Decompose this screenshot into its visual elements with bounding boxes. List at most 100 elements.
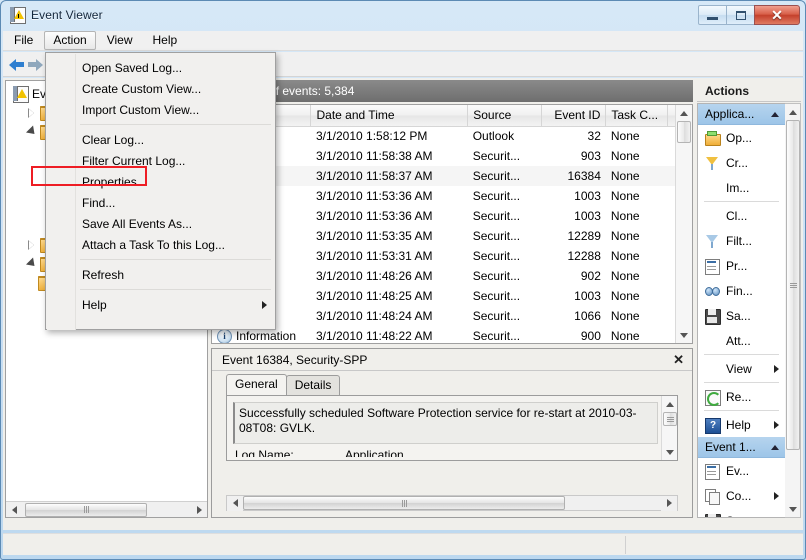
action-create-custom-view[interactable]: Cr... <box>698 150 785 175</box>
menu-filter-current-log[interactable]: Filter Current Log... <box>46 150 275 171</box>
menu-action[interactable]: Action <box>44 31 96 50</box>
menu-find[interactable]: Find... <box>46 192 275 213</box>
tab-general[interactable]: General <box>226 374 287 395</box>
action-find[interactable]: Fin... <box>698 278 785 303</box>
actions-vscroll-up-button[interactable] <box>785 104 801 120</box>
events-vscroll-up-button[interactable] <box>676 105 692 121</box>
close-button[interactable]: ✕ <box>754 5 800 25</box>
menu-help[interactable]: Help <box>46 294 275 315</box>
action-refresh[interactable]: Re... <box>698 384 785 409</box>
details-hscrollbar[interactable] <box>226 495 678 511</box>
tree-hscroll-left-button[interactable] <box>6 502 22 517</box>
table-row[interactable]: tion 3/1/2010 11:53:36 AM Securit... 100… <box>212 206 692 226</box>
action-clear-log[interactable]: Cl... <box>698 203 785 228</box>
menu-file[interactable]: File <box>5 31 42 50</box>
table-row[interactable]: tion 3/1/2010 11:53:36 AM Securit... 100… <box>212 186 692 206</box>
chevron-down-icon-2[interactable] <box>26 258 38 270</box>
cell-source: Securit... <box>472 149 521 163</box>
cell-eventid: 902 <box>580 269 601 283</box>
cell-eventid: 1003 <box>574 289 601 303</box>
table-row[interactable]: tion 3/1/2010 11:53:31 AM Securit... 122… <box>212 246 692 266</box>
actions-vscroll-thumb[interactable] <box>786 120 800 450</box>
actions-vscrollbar[interactable] <box>785 103 801 518</box>
action-save-selected-events[interactable]: Sa... <box>698 508 785 517</box>
action-event-properties[interactable]: Ev... <box>698 458 785 483</box>
table-row[interactable]: tion 3/1/2010 11:53:35 AM Securit... 122… <box>212 226 692 246</box>
action-help[interactable]: ? Help <box>698 412 785 437</box>
menu-refresh[interactable]: Refresh <box>46 264 275 285</box>
actions-group-application[interactable]: Applica... <box>698 104 785 125</box>
chevron-up-icon-2[interactable] <box>771 444 779 450</box>
menu-item-label: Save All Events As... <box>82 216 193 231</box>
menu-properties[interactable]: Properties <box>46 171 275 192</box>
submenu-arrow-icon-2 <box>774 420 779 429</box>
action-label: View <box>726 361 752 376</box>
forward-arrow-icon[interactable] <box>26 57 43 72</box>
table-row[interactable]: tion 3/1/2010 11:58:37 AM Securit... 163… <box>212 166 692 186</box>
action-properties[interactable]: Pr... <box>698 253 785 278</box>
action-filter-current-log[interactable]: Filt... <box>698 228 785 253</box>
close-icon[interactable]: ✕ <box>673 352 684 368</box>
details-vscroll-thumb[interactable] <box>663 412 677 426</box>
menu-divider-1 <box>80 124 271 125</box>
cell-datetime: 3/1/2010 11:48:22 AM <box>315 329 433 343</box>
cell-eventid: 903 <box>580 149 601 163</box>
events-vscroll-thumb[interactable] <box>677 121 691 143</box>
column-header-source[interactable]: Source <box>467 105 543 127</box>
table-row[interactable]: tion 3/1/2010 1:58:12 PM Outlook 32 None <box>212 126 692 146</box>
tree-hscrollbar[interactable] <box>6 501 207 517</box>
action-save-all-events-as[interactable]: Sa... <box>698 303 785 328</box>
details-hscroll-thumb[interactable] <box>243 496 565 510</box>
actions-group-event[interactable]: Event 1... <box>698 437 785 458</box>
events-list[interactable]: Level Date and Time Source Event ID Task… <box>211 104 693 344</box>
cell-source: Securit... <box>472 309 521 323</box>
menu-import-custom-view[interactable]: Import Custom View... <box>46 99 275 120</box>
table-row[interactable]: tion 3/1/2010 11:48:26 AM Securit... 902… <box>212 266 692 286</box>
column-header-eventid[interactable]: Event ID <box>541 105 607 127</box>
title-bar[interactable]: Event Viewer ✕ <box>1 1 805 29</box>
menu-clear-log[interactable]: Clear Log... <box>46 129 275 150</box>
menu-save-all-events-as[interactable]: Save All Events As... <box>46 213 275 234</box>
action-copy[interactable]: Co... <box>698 483 785 508</box>
events-vscroll-down-button[interactable] <box>676 327 692 343</box>
menu-help[interactable]: Help <box>144 31 187 50</box>
action-attach-task[interactable]: Att... <box>698 328 785 353</box>
actions-vscroll-down-button[interactable] <box>785 501 801 517</box>
column-header-task[interactable]: Task C... <box>605 105 669 127</box>
refresh-icon <box>704 389 721 406</box>
tree-hscroll-thumb[interactable] <box>25 502 147 517</box>
action-view[interactable]: View <box>698 356 785 381</box>
chevron-up-icon[interactable] <box>771 111 779 117</box>
table-row[interactable]: tion 3/1/2010 11:48:24 AM Securit... 106… <box>212 306 692 326</box>
table-row[interactable]: tion 3/1/2010 11:48:25 AM Securit... 100… <box>212 286 692 306</box>
information-icon: i <box>217 328 232 343</box>
event-viewer-window: Event Viewer ✕ File Action View Help ? <box>0 0 806 560</box>
cell-source: Securit... <box>472 269 521 283</box>
chevron-right-icon-2[interactable] <box>26 239 38 251</box>
table-row[interactable]: i Information 3/1/2010 11:48:22 AM Secur… <box>212 326 692 343</box>
maximize-button[interactable] <box>726 5 755 25</box>
menu-create-custom-view[interactable]: Create Custom View... <box>46 78 275 99</box>
details-vscrollbar[interactable] <box>661 396 677 460</box>
details-hscroll-left-button[interactable] <box>227 495 243 511</box>
logname-key: Log Name: <box>235 448 294 457</box>
details-hscroll-right-button[interactable] <box>661 495 677 511</box>
tree-hscroll-right-button[interactable] <box>191 502 207 517</box>
menu-attach-task-to-log[interactable]: Attach a Task To this Log... <box>46 234 275 255</box>
action-import-custom-view[interactable]: Im... <box>698 175 785 200</box>
menu-view[interactable]: View <box>98 31 142 50</box>
action-open-saved-log[interactable]: Op... <box>698 125 785 150</box>
details-vscroll-down-button[interactable] <box>662 444 678 460</box>
events-vscrollbar[interactable] <box>675 105 692 343</box>
minimize-button[interactable] <box>698 5 727 25</box>
column-header-datetime[interactable]: Date and Time <box>310 105 469 127</box>
tab-details[interactable]: Details <box>285 375 341 395</box>
details-vscroll-up-button[interactable] <box>662 396 678 412</box>
chevron-down-icon[interactable] <box>26 126 38 138</box>
table-row[interactable]: tion 3/1/2010 11:58:38 AM Securit... 903… <box>212 146 692 166</box>
menu-item-label: Clear Log... <box>82 132 145 147</box>
menu-open-saved-log[interactable]: Open Saved Log... <box>46 57 275 78</box>
back-arrow-icon[interactable] <box>9 57 26 72</box>
chevron-right-icon[interactable] <box>26 107 38 119</box>
action-label: Att... <box>726 333 751 348</box>
